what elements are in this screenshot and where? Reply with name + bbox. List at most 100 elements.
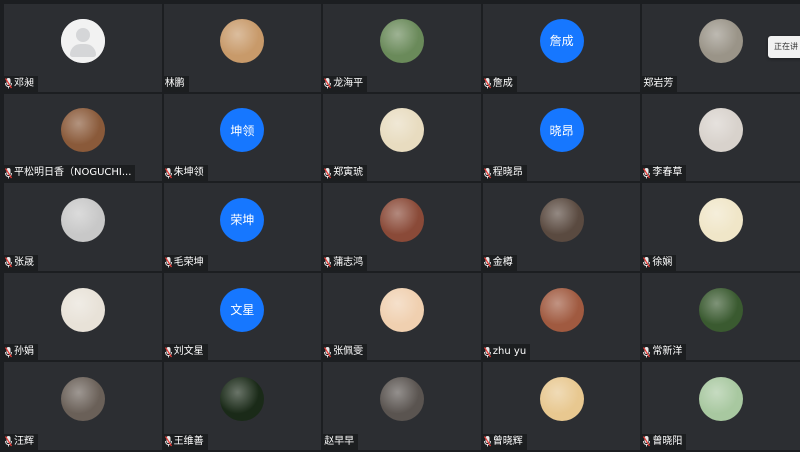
participant-name-bar: 赵早早 [323,433,359,450]
microphone-icon [5,346,12,358]
participant-avatar [60,197,105,242]
participant-tile[interactable]: 平松明日香（NOGUCHI... [4,93,162,182]
participant-tile[interactable]: 张晟 [4,183,162,271]
microphone-icon [5,257,12,268]
participant-tile[interactable]: 晓昂程晓昂 [482,93,641,182]
participant-tile[interactable]: 赵早早 [323,362,481,450]
participant-name: 张佩雯 [333,346,364,358]
avatar-initials: 晓昂 [549,123,574,138]
participant-avatar [60,287,105,332]
microphone-icon [164,436,172,447]
microphone-icon [643,257,651,268]
participant-tile[interactable]: 金樽 [482,183,641,271]
participant-avatar: 文星 [220,287,265,332]
participant-name: 郑寅琥 [333,167,364,179]
participant-name-bar: 程晓昂 [482,165,527,182]
participant-avatar [379,18,424,63]
participant-tile[interactable]: 常新洋 [642,272,800,361]
participant-name: 徐娴 [652,256,673,268]
participant-avatar [60,108,105,153]
participant-tile[interactable]: 孙娟 [4,272,162,361]
participant-name-bar: 朱坤领 [163,165,208,182]
participant-tile[interactable]: 曾晓辉 [482,362,641,450]
participant-tile[interactable]: 张佩雯 [323,272,481,361]
participant-avatar [379,108,424,153]
participant-name-bar: 郑寅琥 [323,165,368,182]
participant-grid: 邓昶 林鹏 龙海平 詹成 詹成 郑岩芳 平松明日香（NOGUCHI... 坤领 朱坤领 郑寅琥 晓昂… [4,4,800,450]
participant-tile[interactable]: 詹成 詹成 [482,4,641,92]
participant-tile[interactable]: 邓昶 [4,4,162,92]
microphone-icon [643,346,651,358]
participant-avatar [379,197,424,242]
participant-tile[interactable]: 李春草 [642,93,800,182]
participant-tile[interactable]: 徐娴 [642,183,800,271]
participant-avatar: 晓昂 [539,108,584,153]
participant-tile[interactable]: 蒲志鸿 [323,183,481,271]
participant-name: 蒲志鸿 [333,256,364,268]
participant-tile[interactable]: 郑寅琥 [323,93,481,182]
participant-avatar [699,108,744,153]
participant-name-bar: 詹成 [482,75,517,92]
participant-name: 邓昶 [14,77,34,89]
avatar-initials: 坤领 [230,123,255,138]
participant-name: 曾晓阳 [652,435,683,447]
participant-name-bar: 毛荣坤 [163,254,208,271]
microphone-icon [324,78,332,89]
participant-avatar [379,287,424,332]
participant-name-bar: zhu yu [482,344,531,361]
participant-tile[interactable]: zhu yu [482,272,641,361]
microphone-icon [5,78,12,89]
participant-tile[interactable]: 王维善 [163,362,322,450]
microphone-icon [324,167,332,179]
microphone-icon [5,436,12,447]
microphone-icon [483,257,491,268]
participant-tile[interactable]: 文星 刘文星 [163,272,322,361]
participant-tile[interactable]: 林鹏 [163,4,322,92]
participant-name-bar: 孙娟 [4,344,38,361]
participant-avatar [699,377,744,422]
participant-name-bar: 常新洋 [642,344,687,361]
participant-avatar [699,287,744,332]
participant-name: 程晓昂 [492,167,523,179]
participant-avatar [699,197,744,242]
microphone-icon [5,167,12,179]
participant-avatar [699,18,744,63]
participant-name: zhu yu [492,346,527,358]
participant-name-bar: 金樽 [482,254,517,271]
microphone-icon [483,346,491,358]
participant-tile[interactable]: 龙海平 [323,4,481,92]
microphone-icon [164,346,172,358]
participant-tile[interactable]: 曾晓阳 [642,362,800,450]
avatar-initials: 荣坤 [230,213,255,228]
participant-name-bar: 徐娴 [642,254,677,271]
participant-name: 毛荣坤 [173,256,204,268]
participant-tile[interactable]: 荣坤毛荣坤 [163,183,322,271]
participant-name-bar: 郑岩芳 [642,75,678,92]
participant-tile[interactable]: 坤领朱坤领 [163,93,322,182]
participant-name-bar: 龙海平 [323,75,368,92]
microphone-icon [324,257,332,268]
participant-avatar [539,287,584,332]
participant-name: 林鹏 [164,77,185,89]
microphone-icon [643,436,651,447]
microphone-icon [643,167,651,179]
microphone-icon [483,436,491,447]
participant-name-bar: 刘文星 [163,344,208,361]
participant-tile[interactable]: 汪辉 [4,362,162,450]
microphone-icon [324,346,332,358]
participant-name: 朱坤领 [173,167,204,179]
participant-name-bar: 邓昶 [4,75,38,92]
avatar-initials: 詹成 [549,34,574,49]
participant-name-bar: 曾晓辉 [482,433,527,450]
participant-name: 汪辉 [14,435,34,447]
participant-name: 常新洋 [652,346,683,358]
participant-name-bar: 汪辉 [4,433,38,450]
participant-avatar [220,18,265,63]
participant-name: 曾晓辉 [492,435,523,447]
participant-name: 李春草 [652,167,683,179]
participant-avatar [220,377,265,422]
participant-name: 孙娟 [14,346,34,358]
participant-avatar [539,377,584,422]
participant-name: 詹成 [492,77,513,89]
participant-name-bar: 张晟 [4,254,38,271]
